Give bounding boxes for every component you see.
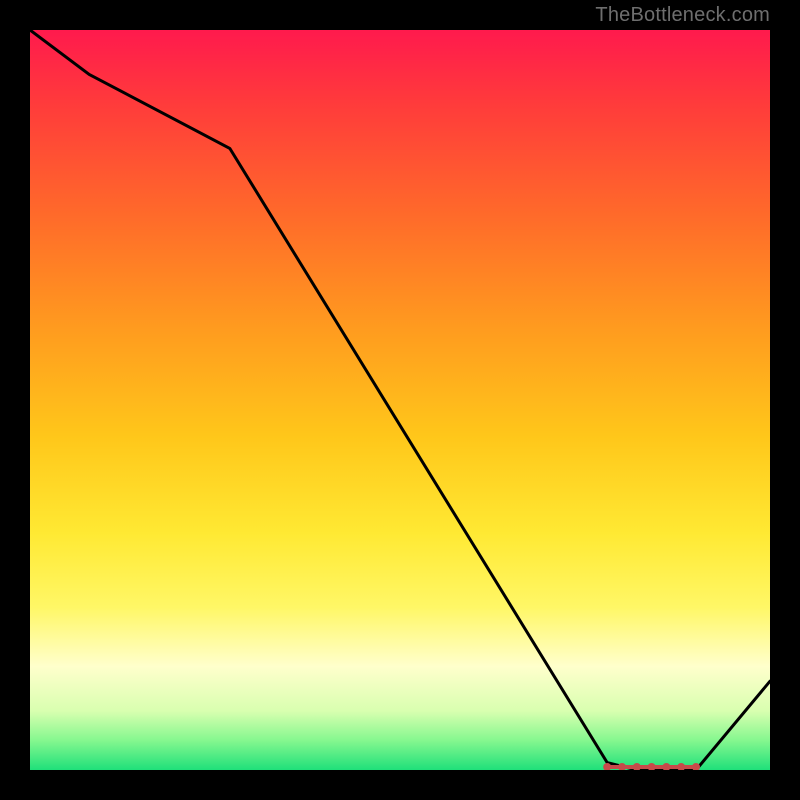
- chart-frame: TheBottleneck.com: [0, 0, 800, 800]
- chart-svg: [30, 30, 770, 770]
- chart-plot-area: [30, 30, 770, 770]
- chart-line-series: [30, 30, 770, 770]
- valley-marker-dot: [692, 763, 700, 770]
- attribution-label: TheBottleneck.com: [595, 4, 770, 27]
